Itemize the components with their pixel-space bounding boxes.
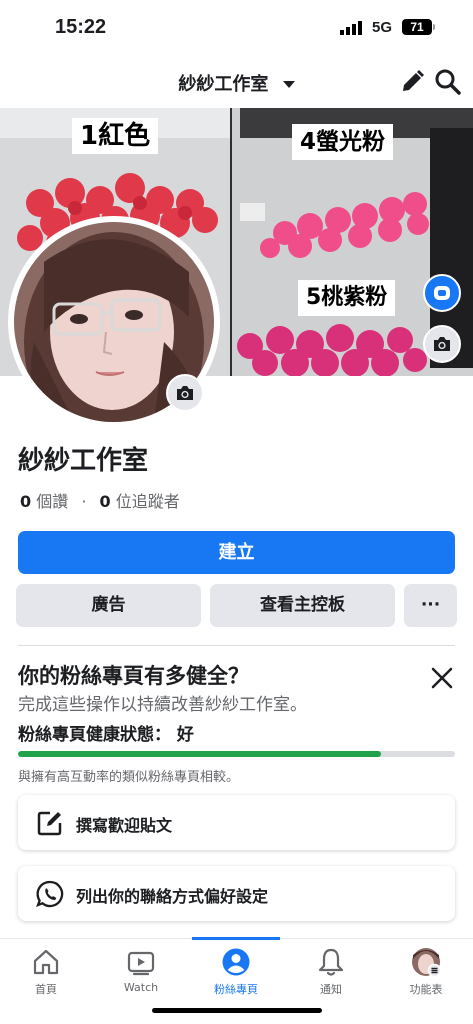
search-icon[interactable] <box>434 68 462 96</box>
frame-icon <box>434 286 450 300</box>
ads-button[interactable]: 廣告 <box>16 584 201 627</box>
compose-icon <box>37 811 62 836</box>
battery-icon: 71 <box>402 19 432 35</box>
status-time: 15:22 <box>55 16 107 38</box>
tab-home[interactable]: 首頁 <box>6 947 86 997</box>
likes-label: 個讚 <box>36 492 69 511</box>
camera-icon <box>434 337 450 351</box>
tab-label: Watch <box>123 981 159 994</box>
page-header: 紗紗工作室 <box>0 58 473 108</box>
task-label: 列出你的聯絡方式偏好設定 <box>76 887 269 906</box>
health-status-value: 好 <box>176 725 194 745</box>
cover-camera-button[interactable] <box>423 325 461 363</box>
more-button[interactable]: ··· <box>404 584 457 627</box>
home-icon <box>33 949 59 975</box>
cover-label-red: 1紅色 <box>72 118 159 154</box>
network-type: 5G <box>372 19 393 36</box>
health-progress-bar <box>18 751 455 757</box>
page-profile-icon <box>222 948 250 976</box>
tab-label: 功能表 <box>409 983 443 996</box>
whatsapp-icon <box>36 880 64 908</box>
health-title: 你的粉絲專頁有多健全？ <box>18 664 249 688</box>
cover-label-neon-pink: 4螢光粉 <box>292 124 394 160</box>
profile-camera-button[interactable] <box>166 374 204 412</box>
followers-label: 位追蹤者 <box>115 492 180 511</box>
followers-count: 0 <box>99 492 111 511</box>
health-status-label: 粉絲專頁健康狀態： <box>18 725 171 745</box>
create-button[interactable]: 建立 <box>18 531 455 574</box>
caret-down-icon <box>282 81 295 88</box>
likes-count: 0 <box>20 492 32 511</box>
page-name: 紗紗工作室 <box>18 446 149 476</box>
tab-label: 通知 <box>320 983 342 996</box>
tab-label: 粉絲專頁 <box>214 983 258 996</box>
menu-avatar-icon <box>412 948 441 977</box>
header-title: 紗紗工作室 <box>178 74 269 95</box>
health-progress-fill <box>18 751 381 757</box>
task-label: 撰寫歡迎貼文 <box>76 816 173 835</box>
tab-notifications[interactable]: 通知 <box>291 947 371 997</box>
video-icon <box>127 951 155 976</box>
close-icon[interactable] <box>428 664 456 692</box>
task-card-welcome-post[interactable]: 撰寫歡迎貼文 <box>18 795 455 850</box>
cover-label-peach-purple: 5桃紫粉 <box>298 280 396 316</box>
page-stats: 0 個讚 · 0 位追蹤者 <box>20 488 180 512</box>
health-status: 粉絲專頁健康狀態： 好 <box>18 720 194 745</box>
tab-watch[interactable]: Watch <box>101 947 181 994</box>
tab-menu[interactable]: 功能表 <box>386 947 466 997</box>
view-dashboard-button[interactable]: 查看主控板 <box>210 584 395 627</box>
edit-pencil-icon[interactable] <box>398 68 426 96</box>
task-card-contact-preferences[interactable]: 列出你的聯絡方式偏好設定 <box>18 866 455 921</box>
signal-icon <box>340 21 362 35</box>
home-indicator <box>152 1008 322 1013</box>
stats-separator: · <box>81 492 87 511</box>
avatar-frame-button[interactable] <box>423 274 461 312</box>
active-tab-indicator <box>192 937 280 940</box>
bell-icon <box>318 948 344 976</box>
tab-pages[interactable]: 粉絲專頁 <box>196 947 276 997</box>
camera-icon <box>177 386 193 400</box>
health-subtitle: 完成這些操作以持續改善紗紗工作室。 <box>18 695 307 715</box>
section-divider <box>18 645 455 646</box>
health-note: 與擁有高互動率的類似粉絲專頁相較。 <box>18 770 240 785</box>
tab-label: 首頁 <box>35 983 57 996</box>
battery-tip <box>433 24 435 30</box>
status-bar: 15:22 5G 71 <box>0 0 473 58</box>
